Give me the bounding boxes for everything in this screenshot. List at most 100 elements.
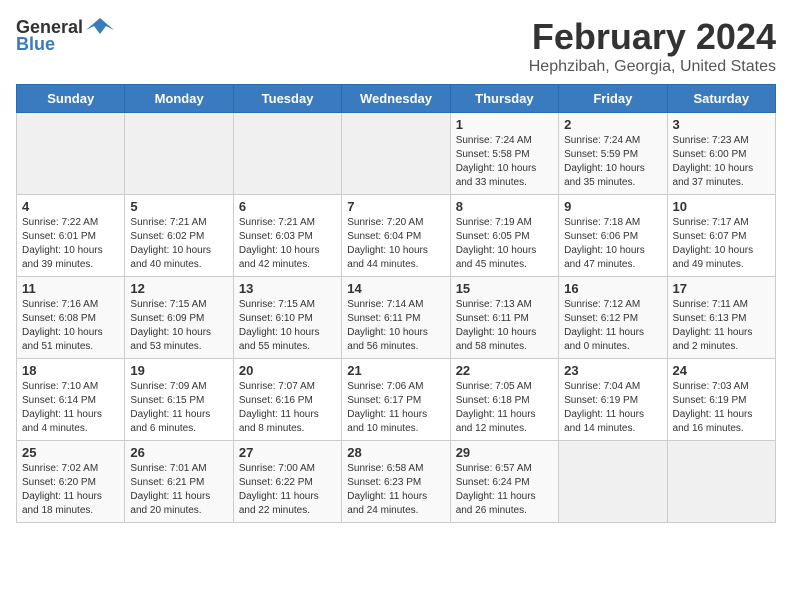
page-title: February 2024 — [529, 16, 776, 58]
day-number: 16 — [564, 281, 661, 296]
day-number: 18 — [22, 363, 119, 378]
day-number: 21 — [347, 363, 444, 378]
day-info: Sunrise: 7:21 AM Sunset: 6:03 PM Dayligh… — [239, 216, 336, 272]
day-info: Sunrise: 6:58 AM Sunset: 6:23 PM Dayligh… — [347, 462, 444, 518]
day-number: 26 — [130, 445, 227, 460]
weekday-header-wednesday: Wednesday — [342, 85, 450, 113]
day-info: Sunrise: 7:24 AM Sunset: 5:59 PM Dayligh… — [564, 134, 661, 190]
weekday-header-friday: Friday — [559, 85, 667, 113]
calendar-cell: 27Sunrise: 7:00 AM Sunset: 6:22 PM Dayli… — [233, 441, 341, 523]
day-info: Sunrise: 7:22 AM Sunset: 6:01 PM Dayligh… — [22, 216, 119, 272]
calendar-cell: 29 Sunrise: 6:57 AM Sunset: 6:24 PM Dayli… — [450, 441, 558, 523]
day-number: 28 — [347, 445, 444, 460]
calendar-cell: 9Sunrise: 7:18 AM Sunset: 6:06 PM Daylig… — [559, 195, 667, 277]
day-info: Sunrise: 6:57 AM Sunset: 6:24 PM Dayligh… — [456, 462, 553, 518]
title-block: February 2024 Hephzibah, Georgia, United… — [529, 16, 776, 76]
day-info: Sunrise: 7:17 AM Sunset: 6:07 PM Dayligh… — [673, 216, 770, 272]
day-number: 8 — [456, 199, 553, 214]
day-number: 27 — [239, 445, 336, 460]
calendar-cell — [17, 113, 125, 195]
day-info: Sunrise: 7:23 AM Sunset: 6:00 PM Dayligh… — [673, 134, 770, 190]
page-subtitle: Hephzibah, Georgia, United States — [529, 58, 776, 76]
day-number: 10 — [673, 199, 770, 214]
calendar-cell: 26 Sunrise: 7:01 AM Sunset: 6:21 PM Dayli… — [125, 441, 233, 523]
calendar-cell: 22 Sunrise: 7:05 AM Sunset: 6:18 PM Dayli… — [450, 359, 558, 441]
logo-bird-icon — [86, 16, 114, 38]
calendar-cell: 28 Sunrise: 6:58 AM Sunset: 6:23 PM Dayli… — [342, 441, 450, 523]
day-info: Sunrise: 7:15 AM Sunset: 6:09 PM Dayligh… — [130, 298, 227, 354]
weekday-header-row: SundayMondayTuesdayWednesdayThursdayFrid… — [17, 85, 776, 113]
calendar-cell: 12 Sunrise: 7:15 AM Sunset: 6:09 PM Dayli… — [125, 277, 233, 359]
day-number: 3 — [673, 117, 770, 132]
calendar-cell: 19Sunrise: 7:09 AM Sunset: 6:15 PM Dayli… — [125, 359, 233, 441]
day-number: 29 — [456, 445, 553, 460]
day-info: Sunrise: 7:19 AM Sunset: 6:05 PM Dayligh… — [456, 216, 553, 272]
calendar-week-row: 11 Sunrise: 7:16 AM Sunset: 6:08 PM Dayli… — [17, 277, 776, 359]
weekday-header-saturday: Saturday — [667, 85, 775, 113]
day-info: Sunrise: 7:20 AM Sunset: 6:04 PM Dayligh… — [347, 216, 444, 272]
day-info: Sunrise: 7:24 AM Sunset: 5:58 PM Dayligh… — [456, 134, 553, 190]
day-number: 25 — [22, 445, 119, 460]
day-number: 1 — [456, 117, 553, 132]
calendar-cell: 18Sunrise: 7:10 AM Sunset: 6:14 PM Dayli… — [17, 359, 125, 441]
day-info: Sunrise: 7:13 AM Sunset: 6:11 PM Dayligh… — [456, 298, 553, 354]
day-number: 22 — [456, 363, 553, 378]
calendar-cell: 13 Sunrise: 7:15 AM Sunset: 6:10 PM Dayli… — [233, 277, 341, 359]
day-info: Sunrise: 7:16 AM Sunset: 6:08 PM Dayligh… — [22, 298, 119, 354]
calendar-cell — [667, 441, 775, 523]
calendar-cell: 10 Sunrise: 7:17 AM Sunset: 6:07 PM Dayli… — [667, 195, 775, 277]
day-number: 9 — [564, 199, 661, 214]
calendar-cell: 11 Sunrise: 7:16 AM Sunset: 6:08 PM Dayli… — [17, 277, 125, 359]
calendar-cell — [342, 113, 450, 195]
day-number: 14 — [347, 281, 444, 296]
day-info: Sunrise: 7:02 AM Sunset: 6:20 PM Dayligh… — [22, 462, 119, 518]
day-number: 6 — [239, 199, 336, 214]
calendar-cell: 15 Sunrise: 7:13 AM Sunset: 6:11 PM Dayli… — [450, 277, 558, 359]
weekday-header-tuesday: Tuesday — [233, 85, 341, 113]
weekday-header-monday: Monday — [125, 85, 233, 113]
day-number: 23 — [564, 363, 661, 378]
calendar-cell: 8 Sunrise: 7:19 AM Sunset: 6:05 PM Daylig… — [450, 195, 558, 277]
day-number: 11 — [22, 281, 119, 296]
logo-blue-text: Blue — [16, 34, 55, 55]
day-number: 17 — [673, 281, 770, 296]
page-header: General Blue February 2024 Hephzibah, Ge… — [16, 16, 776, 76]
day-info: Sunrise: 7:03 AM Sunset: 6:19 PM Dayligh… — [673, 380, 770, 436]
calendar-cell: 5Sunrise: 7:21 AM Sunset: 6:02 PM Daylig… — [125, 195, 233, 277]
calendar-week-row: 1 Sunrise: 7:24 AM Sunset: 5:58 PM Daylig… — [17, 113, 776, 195]
calendar-cell: 24 Sunrise: 7:03 AM Sunset: 6:19 PM Dayli… — [667, 359, 775, 441]
calendar-week-row: 25 Sunrise: 7:02 AM Sunset: 6:20 PM Dayli… — [17, 441, 776, 523]
day-info: Sunrise: 7:09 AM Sunset: 6:15 PM Dayligh… — [130, 380, 227, 436]
calendar-cell: 23 Sunrise: 7:04 AM Sunset: 6:19 PM Dayli… — [559, 359, 667, 441]
day-info: Sunrise: 7:21 AM Sunset: 6:02 PM Dayligh… — [130, 216, 227, 272]
calendar-cell: 7 Sunrise: 7:20 AM Sunset: 6:04 PM Daylig… — [342, 195, 450, 277]
day-number: 13 — [239, 281, 336, 296]
day-number: 12 — [130, 281, 227, 296]
day-info: Sunrise: 7:06 AM Sunset: 6:17 PM Dayligh… — [347, 380, 444, 436]
calendar-cell: 17Sunrise: 7:11 AM Sunset: 6:13 PM Dayli… — [667, 277, 775, 359]
weekday-header-sunday: Sunday — [17, 85, 125, 113]
calendar-cell: 1 Sunrise: 7:24 AM Sunset: 5:58 PM Daylig… — [450, 113, 558, 195]
calendar-cell: 16 Sunrise: 7:12 AM Sunset: 6:12 PM Dayli… — [559, 277, 667, 359]
day-number: 24 — [673, 363, 770, 378]
calendar-cell — [233, 113, 341, 195]
day-info: Sunrise: 7:01 AM Sunset: 6:21 PM Dayligh… — [130, 462, 227, 518]
calendar-cell: 14 Sunrise: 7:14 AM Sunset: 6:11 PM Dayli… — [342, 277, 450, 359]
calendar-cell: 20Sunrise: 7:07 AM Sunset: 6:16 PM Dayli… — [233, 359, 341, 441]
logo: General Blue — [16, 16, 114, 55]
calendar-cell: 2Sunrise: 7:24 AM Sunset: 5:59 PM Daylig… — [559, 113, 667, 195]
calendar-cell — [125, 113, 233, 195]
day-number: 15 — [456, 281, 553, 296]
day-info: Sunrise: 7:04 AM Sunset: 6:19 PM Dayligh… — [564, 380, 661, 436]
day-number: 20 — [239, 363, 336, 378]
day-info: Sunrise: 7:14 AM Sunset: 6:11 PM Dayligh… — [347, 298, 444, 354]
calendar-cell: 4 Sunrise: 7:22 AM Sunset: 6:01 PM Daylig… — [17, 195, 125, 277]
day-number: 4 — [22, 199, 119, 214]
day-info: Sunrise: 7:15 AM Sunset: 6:10 PM Dayligh… — [239, 298, 336, 354]
calendar-cell: 21 Sunrise: 7:06 AM Sunset: 6:17 PM Dayli… — [342, 359, 450, 441]
day-info: Sunrise: 7:05 AM Sunset: 6:18 PM Dayligh… — [456, 380, 553, 436]
weekday-header-thursday: Thursday — [450, 85, 558, 113]
day-number: 7 — [347, 199, 444, 214]
calendar-cell: 25 Sunrise: 7:02 AM Sunset: 6:20 PM Dayli… — [17, 441, 125, 523]
day-info: Sunrise: 7:12 AM Sunset: 6:12 PM Dayligh… — [564, 298, 661, 354]
